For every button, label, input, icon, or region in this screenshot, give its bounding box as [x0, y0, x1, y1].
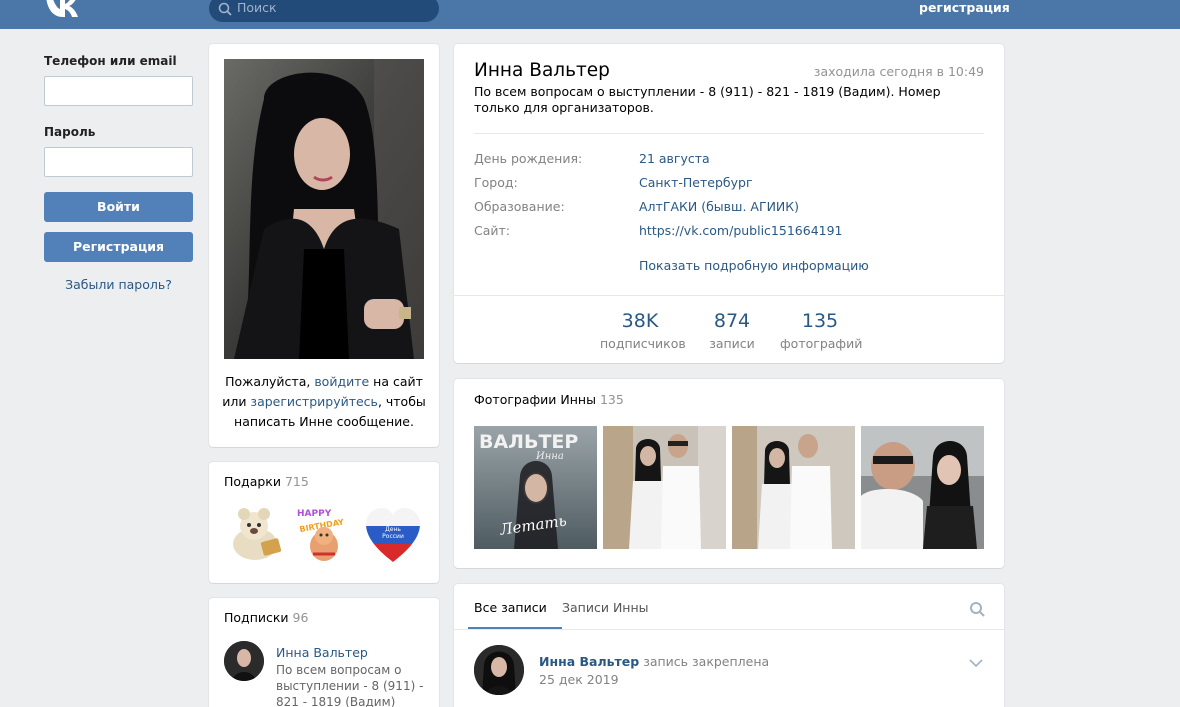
photos-title[interactable]: Фотографии Инны 135: [474, 392, 624, 407]
subscriptions-title-text: Подписки: [224, 610, 289, 625]
profile-info-card: Инна Вальтер заходила сегодня в 10:49 По…: [454, 44, 1004, 363]
subscriptions-title[interactable]: Подписки 96: [224, 610, 308, 625]
field-value[interactable]: https://vk.com/public151664191: [639, 223, 843, 238]
happy-birthday-gift-icon[interactable]: HAPPY BIRTHDAY: [293, 504, 355, 566]
field-key: Сайт:: [474, 223, 511, 238]
wall-block: Все записи Записи Инны Инна Вальтер запи…: [454, 584, 1004, 707]
login-form: Телефон или email Пароль Войти Регистрац…: [44, 54, 193, 292]
password-input[interactable]: [44, 147, 193, 177]
register-button[interactable]: Регистрация: [44, 232, 193, 262]
counter-followers[interactable]: 38K подписчиков: [600, 310, 686, 351]
photos-block: Фотографии Инны 135 ВАЛЬТЕР Инна Летать: [454, 379, 1004, 568]
post-author-name[interactable]: Инна Вальтер: [539, 654, 639, 669]
counter-number: 38K: [621, 310, 659, 332]
post-pinned-label: запись закреплена: [643, 654, 770, 669]
field-value[interactable]: 21 августа: [639, 151, 710, 166]
subscriptions-count: 96: [292, 610, 309, 625]
counter-label: подписчиков: [600, 336, 686, 351]
subscriptions-block: Подписки 96 Инна Вальтер По всем вопросам…: [209, 598, 439, 707]
counter-photos[interactable]: 135 фотографий: [780, 310, 863, 351]
hint-text-1: Пожалуйста,: [225, 374, 315, 389]
counter-number: 135: [801, 310, 839, 332]
vk-logo-icon[interactable]: [44, 0, 78, 18]
online-status: заходила сегодня в 10:49: [813, 64, 984, 79]
field-value[interactable]: АлтГАКИ (бывш. АГИИК): [639, 199, 799, 214]
photo-thumb-3[interactable]: [732, 426, 855, 549]
gifts-block: Подарки 715 HAPPY BIRTHDAY День России: [209, 462, 439, 583]
forgot-password-link[interactable]: Забыли пароль?: [44, 277, 193, 292]
cover-title: ВАЛЬТЕР: [479, 431, 578, 453]
search-placeholder: Поиск: [237, 0, 277, 15]
field-key: Город:: [474, 175, 518, 190]
search-box[interactable]: Поиск: [209, 0, 439, 22]
svg-text:День: День: [385, 526, 401, 533]
wall-divider: [454, 629, 1004, 630]
hint-register-link[interactable]: зарегистрируйтесь: [250, 394, 378, 409]
profile-counters: 38K подписчиков 874 записи 135 фотографи…: [454, 295, 1004, 363]
wall-search-icon[interactable]: [969, 601, 985, 617]
show-more-link[interactable]: Показать подробную информацию: [639, 258, 869, 273]
login-button[interactable]: Войти: [44, 192, 193, 222]
photos-title-text: Фотографии Инны: [474, 392, 596, 407]
chevron-down-icon[interactable]: [969, 659, 983, 667]
svg-text:России: России: [382, 533, 404, 540]
tab-all-posts[interactable]: Все записи: [474, 600, 547, 615]
post-header: Инна Вальтер запись закреплена: [539, 654, 769, 669]
happy-birthday-text: HAPPY: [297, 509, 332, 519]
counter-number: 874: [713, 310, 751, 332]
top-header: Поиск регистрация: [0, 0, 1180, 29]
write-message-hint: Пожалуйста, войдите на сайт или зарегист…: [219, 372, 429, 432]
photos-count: 135: [599, 392, 624, 407]
avatar-card: Пожалуйста, войдите на сайт или зарегист…: [209, 44, 439, 447]
photo-thumb-2[interactable]: [603, 426, 726, 549]
counter-label: фотографий: [780, 336, 863, 351]
header-register-link[interactable]: регистрация: [919, 0, 1010, 15]
field-key: Образование:: [474, 199, 565, 214]
russia-day-heart-gift-icon[interactable]: День России: [362, 504, 424, 566]
counter-label: записи: [709, 336, 755, 351]
counter-posts[interactable]: 874 записи: [702, 310, 762, 351]
post-date[interactable]: 25 дек 2019: [539, 672, 619, 687]
subscription-avatar[interactable]: [224, 641, 264, 681]
profile-photo[interactable]: [224, 59, 424, 359]
subscription-name[interactable]: Инна Вальтер: [276, 645, 426, 660]
cover-sub: Инна: [535, 451, 564, 462]
photo-thumb-4[interactable]: [861, 426, 984, 549]
post-author-avatar[interactable]: [474, 645, 524, 695]
teddy-bear-gift-icon[interactable]: [224, 504, 286, 566]
gifts-title[interactable]: Подарки 715: [224, 474, 309, 489]
subscription-desc: По всем вопросам о выступлении - 8 (911)…: [276, 663, 424, 707]
profile-name: Инна Вальтер: [474, 60, 610, 81]
subscription-item: Инна Вальтер По всем вопросам о выступле…: [276, 645, 426, 707]
phone-label: Телефон или email: [44, 54, 177, 68]
phone-email-input[interactable]: [44, 76, 193, 106]
gifts-title-text: Подарки: [224, 474, 281, 489]
field-value[interactable]: Санкт-Петербург: [639, 175, 753, 190]
divider: [474, 133, 984, 134]
tab-own-posts[interactable]: Записи Инны: [562, 600, 649, 615]
photo-thumb-1[interactable]: ВАЛЬТЕР Инна Летать: [474, 426, 597, 549]
password-label: Пароль: [44, 125, 96, 139]
active-tab-underline: [468, 627, 562, 629]
search-icon: [218, 2, 232, 16]
gifts-count: 715: [284, 474, 309, 489]
profile-status: По всем вопросам о выступлении - 8 (911)…: [474, 84, 941, 115]
field-key: День рождения:: [474, 151, 583, 166]
hint-login-link[interactable]: войдите: [314, 374, 369, 389]
